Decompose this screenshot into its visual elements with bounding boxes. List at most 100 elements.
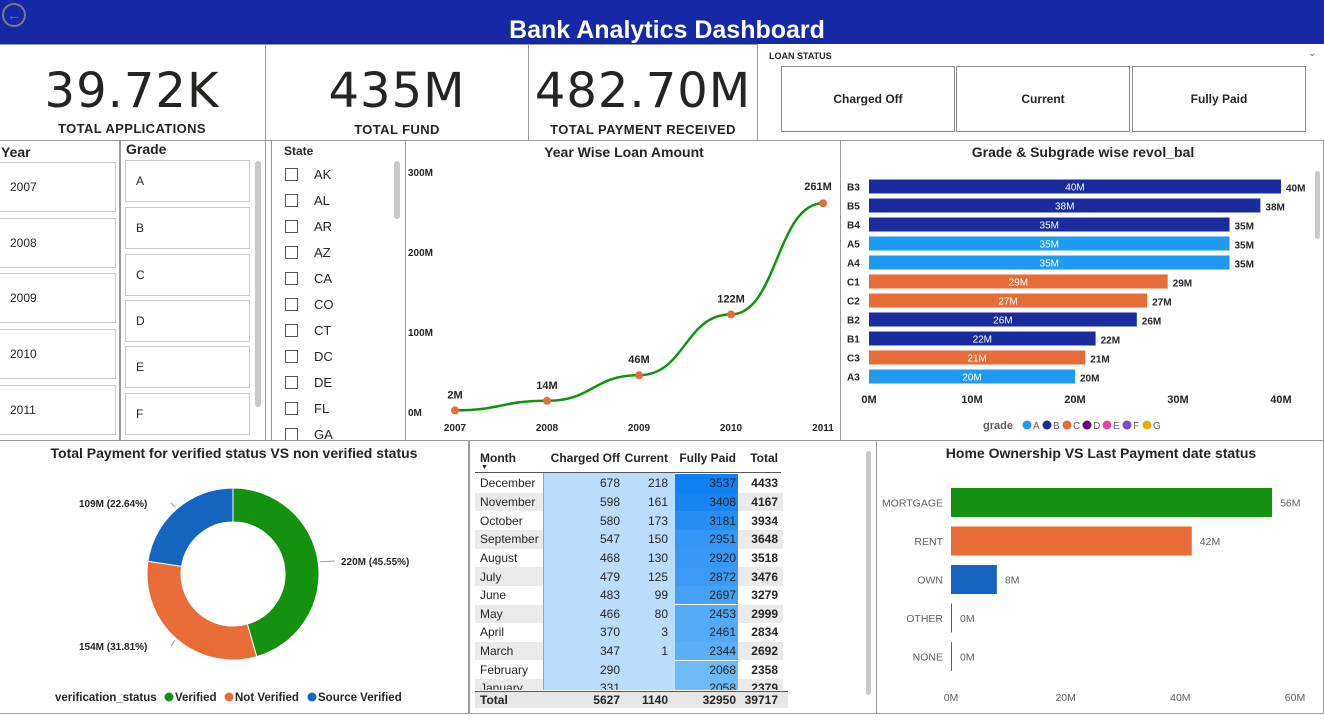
bar-label: 21M — [1090, 355, 1109, 366]
table-cell: 468 — [599, 550, 620, 565]
verification-chart-panel: Total Payment for verified status VS non… — [0, 440, 469, 714]
category-label: A5 — [847, 240, 860, 251]
table-row[interactable]: May 466 80 2453 2999 — [475, 604, 788, 624]
table-cell: 125 — [647, 569, 668, 584]
data-point — [543, 396, 551, 405]
state-option-fl[interactable]: FL — [285, 401, 329, 416]
table-row[interactable]: June 483 99 2697 3279 — [475, 585, 788, 605]
status-button-fully-paid[interactable]: Fully Paid — [1132, 66, 1306, 132]
state-option-ct[interactable]: CT — [285, 323, 331, 338]
year-tile-2007[interactable]: 2007 — [0, 162, 116, 212]
loan-status-slicer: LOAN STATUS ⌄ Charged Off Current Fully … — [758, 44, 1324, 141]
checkbox-icon[interactable] — [285, 246, 298, 259]
column-header[interactable]: Fully Paid — [678, 451, 736, 465]
header-divider — [475, 472, 781, 473]
slice-label: 154M (31.81%) — [79, 642, 147, 653]
table-row[interactable]: February 290 2068 2358 — [475, 660, 788, 680]
state-label: AL — [314, 193, 330, 208]
state-label: DE — [314, 375, 333, 390]
checkbox-icon[interactable] — [285, 350, 298, 363]
year-tile-2008[interactable]: 2008 — [0, 218, 116, 268]
state-option-co[interactable]: CO — [285, 297, 334, 312]
table-row[interactable]: July 479 125 2872 3476 — [475, 567, 788, 586]
legend-marker — [1022, 420, 1032, 430]
checkbox-icon[interactable] — [285, 402, 298, 415]
status-button-charged-off[interactable]: Charged Off — [781, 66, 955, 132]
grade-tile-d[interactable]: D — [125, 300, 250, 342]
grade-tile-a[interactable]: A — [125, 160, 250, 202]
legend-marker — [1122, 420, 1132, 430]
state-option-az[interactable]: AZ — [285, 245, 331, 260]
table-cell: 479 — [599, 569, 620, 584]
table-cell: 3537 — [709, 476, 736, 491]
chevron-down-icon[interactable]: ⌄ — [1308, 48, 1316, 59]
table-row[interactable]: September 547 150 2951 3648 — [475, 529, 788, 549]
status-button-current[interactable]: Current — [956, 66, 1130, 132]
bar-label: 29M — [1173, 279, 1192, 290]
column-header[interactable]: Month — [480, 451, 546, 465]
state-scrollbar[interactable] — [394, 161, 400, 219]
column-header[interactable]: Current — [622, 451, 668, 465]
kpi-card-total-applications: 39.72K TOTAL APPLICATIONS — [0, 44, 266, 141]
checkbox-icon[interactable] — [285, 272, 298, 285]
grade-tile-e[interactable]: E — [125, 346, 250, 388]
y-tick-label: 200M — [408, 248, 433, 259]
category-label: OWN — [917, 575, 943, 587]
leader-line — [320, 560, 336, 563]
x-tick-label: 10M — [961, 394, 982, 406]
state-option-ar[interactable]: AR — [285, 219, 332, 234]
checkbox-icon[interactable] — [285, 298, 298, 311]
legend-marker — [224, 692, 234, 702]
table-row[interactable]: August 468 130 2920 3518 — [475, 548, 788, 568]
x-tick-label: 40M — [1270, 394, 1291, 406]
category-label: B2 — [847, 316, 860, 327]
column-header[interactable]: Charged Off — [548, 451, 620, 465]
table-cell: 3408 — [709, 494, 736, 509]
table-cell: 3279 — [751, 588, 778, 603]
bar-label: 0M — [960, 613, 975, 625]
grade-scrollbar[interactable] — [255, 161, 261, 407]
legend-item: E — [1113, 421, 1120, 432]
state-option-al[interactable]: AL — [285, 193, 330, 208]
table-row[interactable]: March 347 1 2344 2692 — [475, 641, 788, 661]
legend-title: verification_status — [55, 692, 157, 704]
grade-tile-c[interactable]: C — [125, 254, 250, 296]
checkbox-icon[interactable] — [285, 194, 298, 207]
year-tile-2010[interactable]: 2010 — [0, 329, 116, 379]
table-row[interactable]: December 678 218 3537 4433 — [475, 474, 788, 493]
table-cell — [622, 661, 668, 680]
legend-item: G — [1153, 421, 1161, 432]
year-tile-2011[interactable]: 2011 — [0, 385, 116, 435]
data-point — [727, 310, 735, 319]
state-option-dc[interactable]: DC — [285, 349, 333, 364]
grade-tile-f[interactable]: F — [125, 393, 250, 435]
column-header[interactable]: Total — [740, 451, 778, 465]
legend-marker — [307, 692, 317, 702]
table-row[interactable]: November 598 161 3408 4167 — [475, 492, 788, 512]
grade-tile-b[interactable]: B — [125, 207, 250, 249]
kpi-value: 482.70M — [534, 63, 752, 119]
state-option-ca[interactable]: CA — [285, 271, 332, 286]
state-label: AR — [314, 219, 333, 234]
sort-desc-icon[interactable]: ▼ — [481, 464, 488, 471]
table-cell: 173 — [647, 513, 668, 528]
kpi-label: TOTAL FUND — [354, 122, 440, 137]
y-tick-label: 0M — [408, 408, 422, 419]
table-cell: 2920 — [709, 550, 736, 565]
grade-bar-chart: B3 40M 40M B5 38M 38M B4 35M 35M A5 35M 35M A4 35M 35M… — [847, 179, 1305, 432]
table-cell: August — [480, 550, 518, 565]
leader-line — [170, 639, 176, 647]
state-option-de[interactable]: DE — [285, 375, 332, 390]
bar-inner-label: 21M — [967, 354, 986, 365]
checkbox-icon[interactable] — [285, 168, 298, 181]
legend-item: A — [1033, 421, 1040, 432]
table-row[interactable]: October 580 173 3181 3934 — [475, 511, 788, 530]
checkbox-icon[interactable] — [285, 324, 298, 337]
state-label: DC — [314, 349, 333, 364]
year-tile-2009[interactable]: 2009 — [0, 273, 116, 323]
checkbox-icon[interactable] — [285, 220, 298, 233]
data-point — [819, 199, 827, 208]
checkbox-icon[interactable] — [285, 376, 298, 389]
state-option-ak[interactable]: AK — [285, 167, 331, 182]
table-row[interactable]: April 370 3 2461 2834 — [475, 623, 788, 642]
